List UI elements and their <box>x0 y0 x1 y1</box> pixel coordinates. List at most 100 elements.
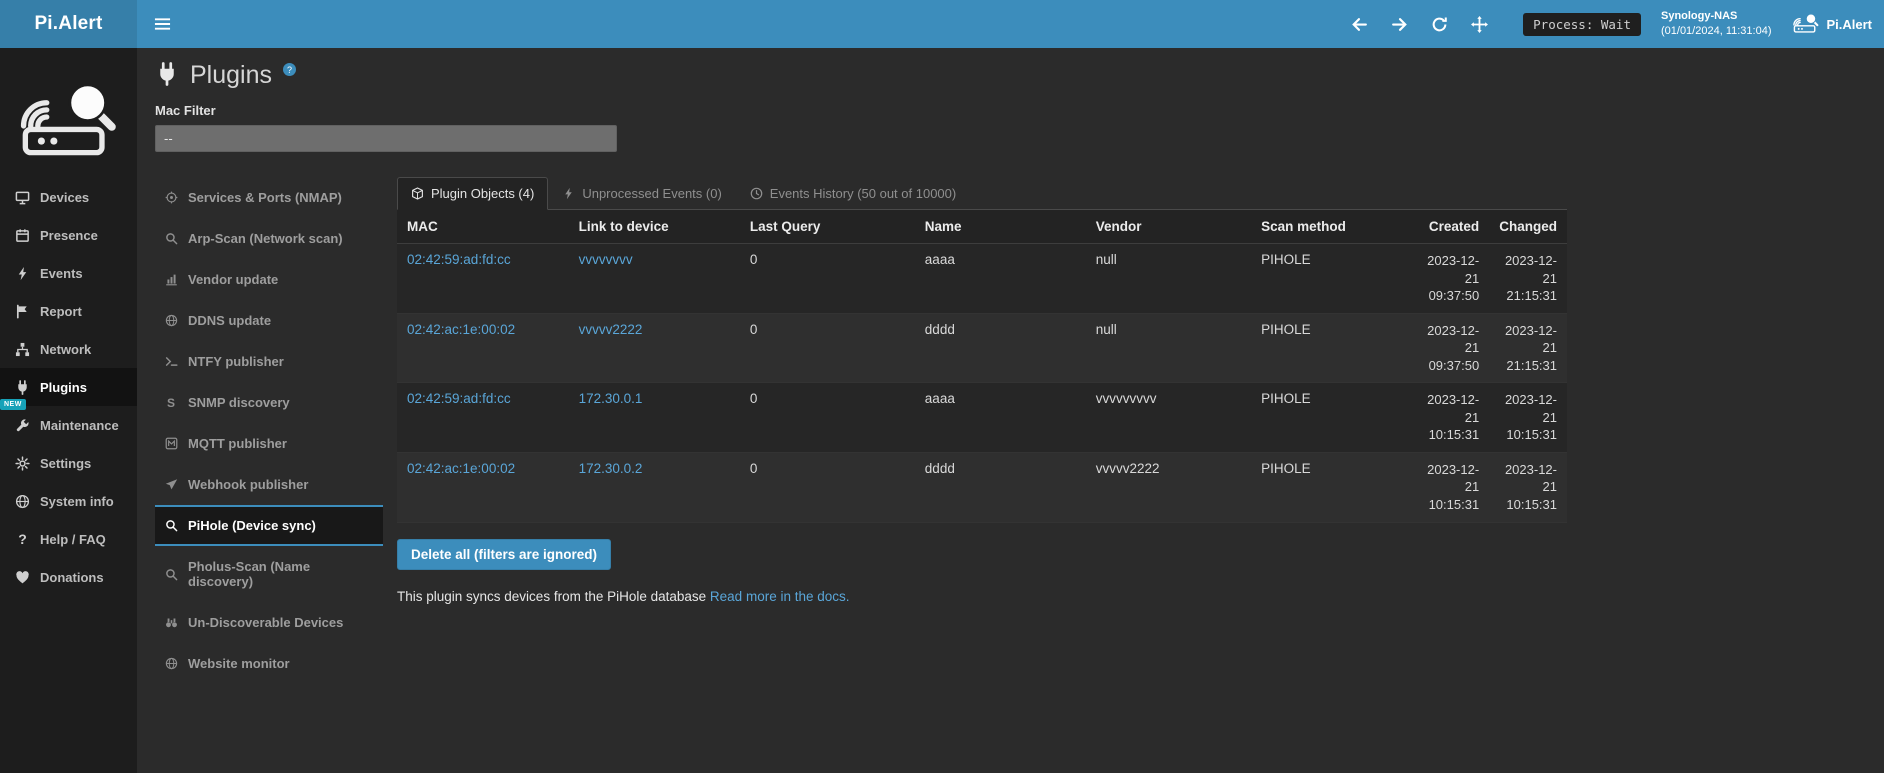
router-magnifier-logo <box>0 48 137 178</box>
vendor-cell: vvvvvvvvv <box>1086 383 1251 453</box>
forward-icon[interactable] <box>1389 14 1409 34</box>
device-link[interactable]: 172.30.0.2 <box>579 461 643 476</box>
plugin-nav-label: MQTT publisher <box>188 436 287 451</box>
plugin-nav-item-webhook-publisher[interactable]: Webhook publisher <box>155 464 383 505</box>
sidebar-item-label: Help / FAQ <box>40 532 106 547</box>
sidebar-item-label: Maintenance <box>40 418 119 433</box>
topbar-right: Process: Wait Synology-NAS (01/01/2024, … <box>1349 0 1884 48</box>
table-body: 02:42:59:ad:fd:cc vvvvvvvv 0aaaanullPIHOLE… <box>397 244 1567 523</box>
plugin-objects-table: MACLink to deviceLast QueryNameVendorSca… <box>397 210 1567 523</box>
report-icon <box>14 303 31 319</box>
mac-link[interactable]: 02:42:ac:1e:00:02 <box>407 322 515 337</box>
tab-events-history-50-out-of-10000[interactable]: Events History (50 out of 10000) <box>736 177 970 210</box>
column-header-vendor: Vendor <box>1086 210 1251 244</box>
sidebar-item-devices[interactable]: Devices <box>0 178 137 216</box>
clock-icon <box>750 187 763 200</box>
tab-bar: Plugin Objects (4) Unprocessed Events (0)… <box>397 177 1567 210</box>
sidebar-item-network[interactable]: Network <box>0 330 137 368</box>
scan-method-cell: PIHOLE <box>1251 244 1416 314</box>
menu-icon[interactable] <box>137 0 188 48</box>
topbar: Pi.Alert Process: Wait Synology-NAS (01/… <box>0 0 1884 48</box>
sidebar-item-maintenance[interactable]: MaintenanceNEW <box>0 406 137 444</box>
tab-plugin-objects-4[interactable]: Plugin Objects (4) <box>397 177 548 210</box>
sidebar-item-label: Presence <box>40 228 98 243</box>
plugin-nav-label: Vendor update <box>188 272 278 287</box>
plugin-nav-label: Arp-Scan (Network scan) <box>188 231 343 246</box>
mac-link[interactable]: 02:42:59:ad:fd:cc <box>407 252 511 267</box>
created-cell: 2023-12-2110:15:31 <box>1416 383 1489 453</box>
chart-icon <box>163 273 179 286</box>
device-link[interactable]: 172.30.0.1 <box>579 391 643 406</box>
brand-logo[interactable]: Pi.Alert <box>0 0 137 48</box>
plugins-icon <box>14 379 31 395</box>
refresh-icon[interactable] <box>1429 14 1449 34</box>
plugin-nav: Services & Ports (NMAP) Arp-Scan (Network… <box>155 177 383 684</box>
sidebar-item-label: System info <box>40 494 114 509</box>
sidebar-item-report[interactable]: Report <box>0 292 137 330</box>
tab-label: Plugin Objects (4) <box>431 186 534 201</box>
sidebar-item-label: Settings <box>40 456 91 471</box>
target-icon <box>163 191 179 204</box>
device-link[interactable]: vvvvv2222 <box>579 322 643 337</box>
sidebar-item-settings[interactable]: Settings <box>0 444 137 482</box>
mac-filter-input[interactable] <box>155 125 617 152</box>
app-icon <box>1793 11 1819 37</box>
sidebar-item-system-info[interactable]: System info <box>0 482 137 520</box>
help-badge-icon[interactable]: ? <box>283 63 296 76</box>
events-icon <box>562 187 575 200</box>
tab-unprocessed-events-0[interactable]: Unprocessed Events (0) <box>548 177 735 210</box>
sidebar-menu: DevicesPresenceEventsReportNetworkPlugin… <box>0 178 137 596</box>
snmp-icon: S <box>163 396 179 410</box>
last-query-cell: 0 <box>740 383 915 453</box>
last-query-cell: 0 <box>740 244 915 314</box>
device-link[interactable]: vvvvvvvv <box>579 252 633 267</box>
docs-link[interactable]: Read more in the docs. <box>710 589 850 604</box>
plugin-nav-item-mqtt-publisher[interactable]: MQTT publisher <box>155 423 383 464</box>
plugin-nav-item-snmp-discovery[interactable]: SSNMP discovery <box>155 382 383 423</box>
globe-icon <box>163 314 179 327</box>
tab-label: Events History (50 out of 10000) <box>770 186 956 201</box>
search-icon <box>163 568 179 581</box>
plugin-nav-item-ntfy-publisher[interactable]: NTFY publisher <box>155 341 383 382</box>
mac-link[interactable]: 02:42:59:ad:fd:cc <box>407 391 511 406</box>
name-cell: aaaa <box>915 244 1086 314</box>
vendor-cell: null <box>1086 313 1251 383</box>
system-info-icon <box>14 493 31 509</box>
created-cell: 2023-12-2110:15:31 <box>1416 452 1489 522</box>
delete-all-button[interactable]: Delete all (filters are ignored) <box>397 539 611 570</box>
devices-icon <box>14 189 31 205</box>
name-cell: dddd <box>915 313 1086 383</box>
shell: Devices Presence EventsReportNetwork Plugin… <box>0 48 1884 773</box>
plugin-nav-item-pihole-device-sync[interactable]: PiHole (Device sync) <box>155 505 383 546</box>
back-icon[interactable] <box>1349 14 1369 34</box>
binoculars-icon <box>163 616 179 629</box>
created-cell: 2023-12-2109:37:50 <box>1416 244 1489 314</box>
plugin-nav-label: Webhook publisher <box>188 477 308 492</box>
sidebar-item-donations[interactable]: Donations <box>0 558 137 596</box>
plugin-nav-item-un-discoverable-devices[interactable]: Un-Discoverable Devices <box>155 602 383 643</box>
plugin-nav-item-services-ports-nmap[interactable]: Services & Ports (NMAP) <box>155 177 383 218</box>
changed-cell: 2023-12-2121:15:31 <box>1489 313 1567 383</box>
plugin-nav-label: Website monitor <box>188 656 290 671</box>
sidebar-item-help-faq[interactable]: ?Help / FAQ <box>0 520 137 558</box>
plugin-nav-item-website-monitor[interactable]: Website monitor <box>155 643 383 684</box>
table-row: 02:42:ac:1e:00:02172.30.0.20ddddvvvvv222… <box>397 452 1567 522</box>
plugin-nav-label: Services & Ports (NMAP) <box>188 190 342 205</box>
mac-link[interactable]: 02:42:ac:1e:00:02 <box>407 461 515 476</box>
last-query-cell: 0 <box>740 313 915 383</box>
search-icon <box>163 232 179 245</box>
plugin-nav-item-arp-scan-network-scan[interactable]: Arp-Scan (Network scan) <box>155 218 383 259</box>
table-row: 02:42:59:ad:fd:ccvvvvvvvv0aaaanullPIHOLE… <box>397 244 1567 314</box>
sidebar-item-label: Devices <box>40 190 89 205</box>
plugin-nav-label: PiHole (Device sync) <box>188 518 316 533</box>
new-badge: NEW <box>0 399 26 410</box>
plugin-nav-item-pholus-scan-name-discovery[interactable]: Pholus-Scan (Name discovery) <box>155 546 383 602</box>
page-header: Plugins ? <box>155 62 1860 91</box>
plugin-nav-item-vendor-update[interactable]: Vendor update <box>155 259 383 300</box>
changed-cell: 2023-12-2110:15:31 <box>1489 383 1567 453</box>
move-icon[interactable] <box>1469 14 1489 34</box>
plugin-nav-item-ddns-update[interactable]: DDNS update <box>155 300 383 341</box>
sidebar-item-presence[interactable]: Presence <box>0 216 137 254</box>
table-row: 02:42:ac:1e:00:02vvvvv22220ddddnullPIHOL… <box>397 313 1567 383</box>
sidebar-item-events[interactable]: Events <box>0 254 137 292</box>
